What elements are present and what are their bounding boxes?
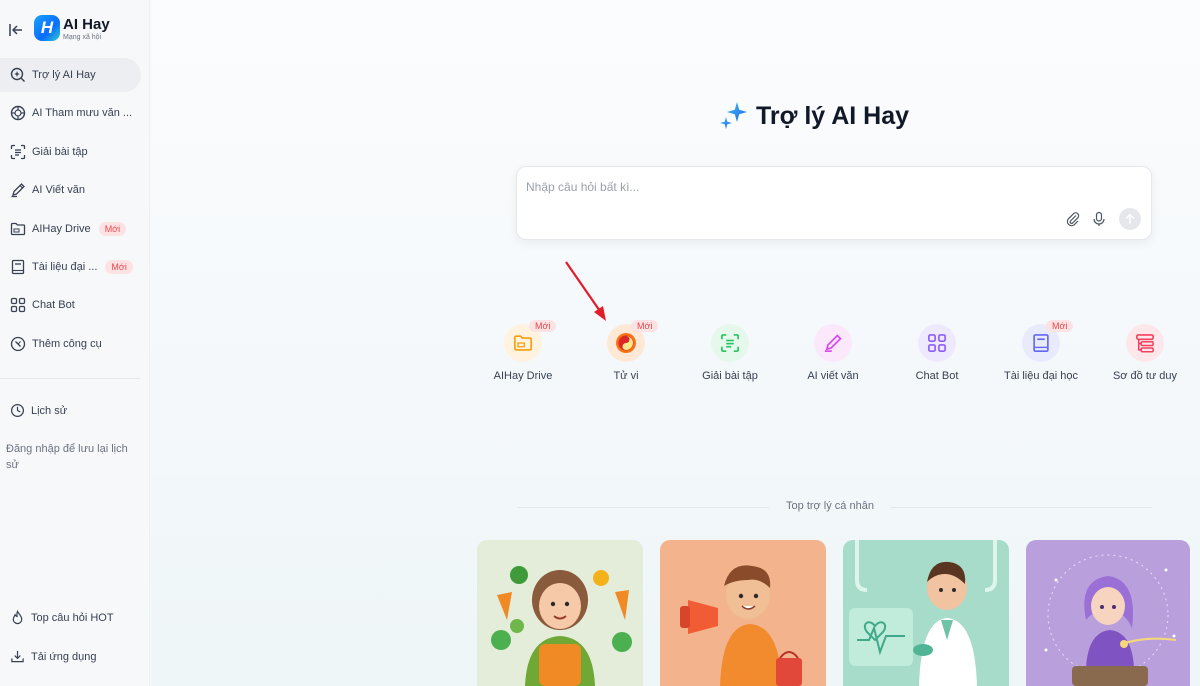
sidebar-item-label: Tài liệu đại ... [32, 260, 98, 273]
sparkle-icon [720, 102, 747, 129]
brand-tagline: Mạng xã hội [63, 34, 102, 41]
sidebar: H AI Hay Mạng xã hội Trợ lý AI Hay AI Th… [0, 0, 150, 686]
compass-icon [10, 336, 26, 351]
ask-box [516, 166, 1152, 240]
sidebar-item-label: Trợ lý AI Hay [32, 69, 96, 81]
new-badge: Mới [1046, 320, 1074, 332]
annotation-arrow-icon [565, 261, 606, 321]
sidebar-item-tro-ly-ai-hay[interactable]: Trợ lý AI Hay [0, 58, 141, 92]
tool-so-do-tu-duy[interactable]: Sơ đồ tư duy [1090, 322, 1200, 386]
tool-aihay-drive[interactable]: Mới AIHay Drive [468, 320, 578, 386]
tool-label: AI viết văn [807, 370, 859, 382]
marketing-assistant-card[interactable] [660, 540, 826, 686]
scan-text-icon [10, 144, 26, 159]
flame-icon [12, 610, 23, 625]
sidebar-item-label: Giải bài tập [32, 145, 88, 158]
history-link[interactable]: Lịch sử [10, 403, 67, 418]
history-label: Lịch sử [31, 404, 68, 417]
marketer-illustration [680, 565, 802, 686]
tool-label: Chat Bot [915, 370, 959, 382]
doctor-illustration [849, 540, 997, 686]
download-app-link[interactable]: Tải ứng dụng [10, 649, 96, 664]
pen-icon [11, 183, 25, 198]
book-icon [11, 259, 25, 275]
tool-giai-bai-tap[interactable]: Giải bài tập [675, 322, 785, 386]
tool-ai-viet-van[interactable]: AI viết văn [778, 322, 888, 386]
sidebar-item-giai-bai-tap[interactable]: Giải bài tập [0, 135, 141, 169]
new-badge: Mới [529, 320, 557, 332]
download-app-label: Tải ứng dụng [31, 650, 97, 663]
tool-tu-vi[interactable]: Mới Tử vi [571, 320, 681, 386]
new-badge: Mới [98, 221, 127, 236]
sidebar-item-ai-tham-muu[interactable]: AI Tham mưu văn ... [0, 96, 141, 130]
hero-heading: Trợ lý AI Hay [718, 100, 909, 132]
download-icon [11, 650, 24, 663]
tool-label: Tài liệu đại học [1004, 370, 1078, 382]
sidebar-item-label: AIHay Drive [32, 222, 91, 235]
mindmap-icon [1126, 324, 1164, 362]
nutrition-assistant-card[interactable] [477, 540, 643, 686]
sidebar-item-them-cong-cu[interactable]: Thêm công cụ [0, 327, 141, 361]
paperclip-icon[interactable] [1065, 211, 1081, 227]
clock-icon [10, 403, 25, 418]
microphone-icon[interactable] [1091, 211, 1107, 227]
sidebar-item-label: Thêm công cụ [32, 337, 102, 350]
question-input[interactable] [526, 177, 1046, 197]
astrology-assistant-card[interactable] [1026, 540, 1190, 686]
ai-search-icon [10, 67, 25, 82]
arrow-up-icon [1125, 213, 1135, 224]
nutritionist-illustration [491, 566, 632, 686]
login-hint: Đăng nhập để lưu lại lịch sử [6, 443, 128, 471]
new-badge: Mới [105, 259, 133, 274]
tool-chat-bot[interactable]: Chat Bot [882, 322, 992, 386]
sidebar-item-label: AI Viết văn [32, 184, 85, 197]
new-badge: Mới [631, 320, 659, 332]
grid-icon [918, 324, 956, 362]
scan-text-icon [711, 324, 749, 362]
grid-icon [10, 298, 26, 313]
sidebar-divider [0, 378, 140, 379]
tool-tai-lieu-dai-hoc[interactable]: Mới Tài liệu đại học [986, 320, 1096, 386]
collapse-sidebar-icon[interactable] [8, 22, 24, 38]
send-button[interactable] [1119, 208, 1141, 230]
pen-icon [814, 324, 852, 362]
sidebar-item-label: Chat Bot [32, 299, 75, 312]
sidebar-nav: Trợ lý AI Hay AI Tham mưu văn ... Giải b… [0, 58, 150, 365]
sidebar-item-aihay-drive[interactable]: AIHay Drive Mới [0, 212, 141, 246]
folder-icon [10, 222, 26, 235]
tool-label: AIHay Drive [493, 370, 553, 382]
sidebar-item-ai-viet-van[interactable]: AI Viết văn [0, 173, 141, 207]
astrologer-illustration [1044, 554, 1177, 686]
logo-icon[interactable]: H [34, 15, 60, 41]
page-title: Trợ lý AI Hay [756, 101, 910, 130]
tool-label: Tử vi [613, 370, 639, 382]
sidebar-item-tai-lieu-dai-hoc[interactable]: Tài liệu đại ... Mới [0, 250, 141, 284]
tool-label: Giải bài tập [702, 370, 758, 382]
section-divider [890, 507, 1152, 508]
top-hot-questions-link[interactable]: Top câu hỏi HOT [10, 610, 114, 625]
section-divider [517, 507, 769, 508]
brand-name: AI Hay [63, 16, 110, 33]
section-title: Top trợ lý cá nhân [786, 500, 874, 512]
sidebar-item-label: AI Tham mưu văn ... [32, 107, 133, 120]
top-hot-label: Top câu hỏi HOT [31, 611, 114, 624]
sidebar-item-chat-bot[interactable]: Chat Bot [0, 288, 141, 322]
health-assistant-card[interactable] [843, 540, 1009, 686]
emblem-icon [10, 106, 26, 121]
tool-label: Sơ đồ tư duy [1112, 370, 1178, 382]
